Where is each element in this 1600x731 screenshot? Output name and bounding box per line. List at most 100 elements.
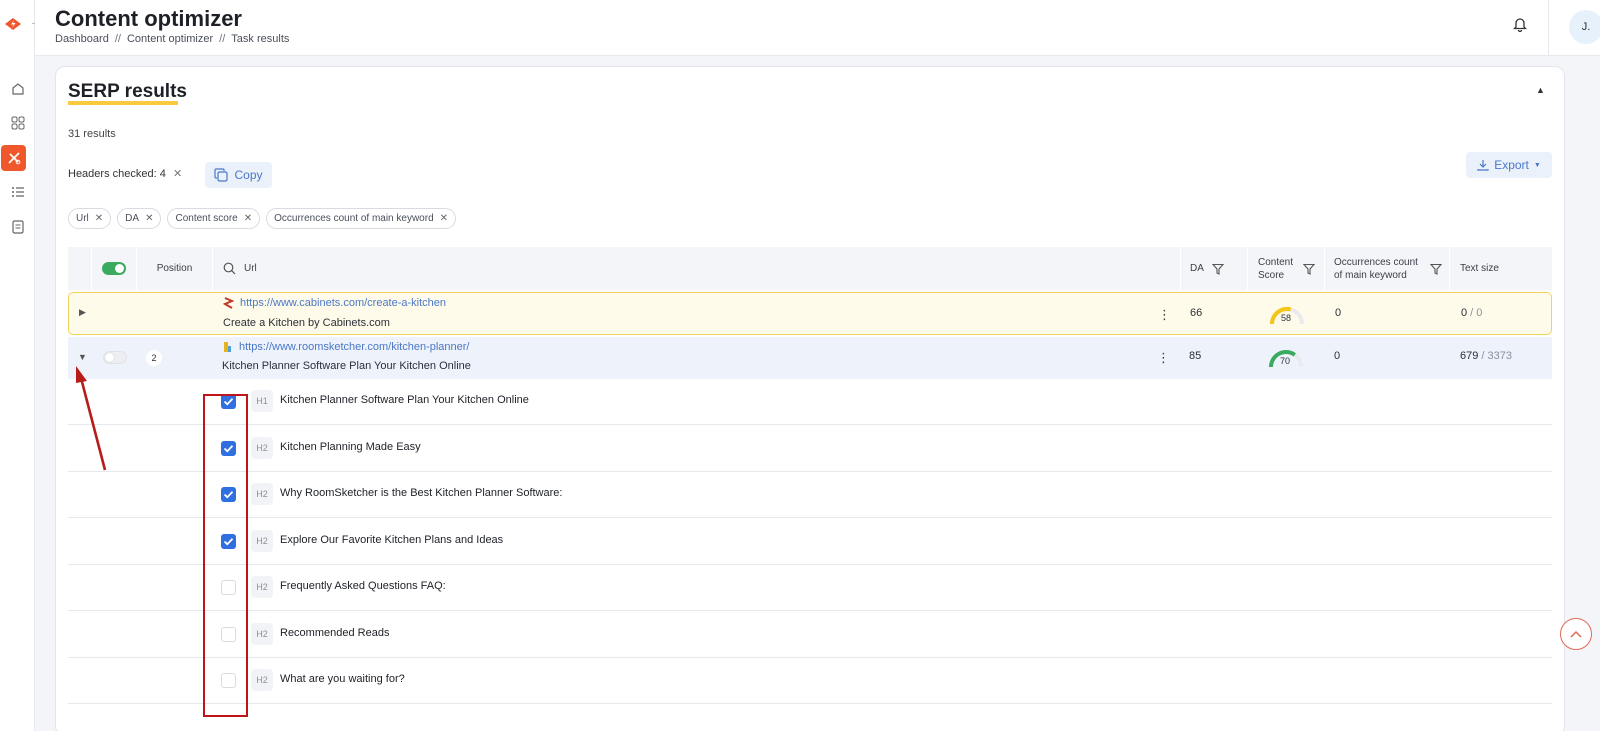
header-content-score: Content Score (1248, 247, 1325, 290)
copy-button-label: Copy (234, 168, 263, 182)
breadcrumb-content-optimizer[interactable]: Content optimizer (127, 33, 213, 45)
heading-tag: H1 (251, 390, 273, 412)
heading-text: Explore Our Favorite Kitchen Plans and I… (280, 534, 504, 546)
chip-occurrences[interactable]: Occurrences count of main keyword ✕ (266, 208, 457, 229)
serp-results-card: SERP results ▲ 31 results Headers checke… (55, 66, 1565, 731)
table-header: Position Url DA Content Score Occurrence… (68, 247, 1552, 290)
header-url: Url (213, 247, 1181, 290)
url-cell: https://www.roomsketcher.com/kitchen-pla… (222, 341, 469, 353)
header-content-score-label-1: Content (1258, 256, 1294, 268)
results-count: 31 results (68, 128, 116, 140)
occurrences-value: 0 (1334, 350, 1341, 362)
download-icon (1477, 160, 1489, 171)
document-icon[interactable] (0, 213, 35, 241)
breadcrumb-separator: // (219, 33, 226, 45)
heading-tag: H2 (251, 669, 273, 691)
breadcrumb-task-results: Task results (231, 33, 290, 45)
topbar-divider (1548, 0, 1549, 56)
chip-label: Occurrences count of main keyword (274, 213, 434, 224)
search-icon[interactable] (223, 262, 236, 275)
content-score-value: 70 (1280, 356, 1291, 366)
tools-icon[interactable] (1, 145, 26, 171)
breadcrumb-dashboard[interactable]: Dashboard (55, 33, 109, 45)
remove-chip-icon[interactable]: ✕ (440, 213, 448, 224)
row-menu-icon[interactable]: ⋮ (1158, 307, 1171, 323)
heading-tag: H2 (251, 530, 273, 552)
filter-icon[interactable] (1429, 263, 1442, 275)
avatar[interactable]: J. (1569, 10, 1600, 44)
header-da: DA (1181, 247, 1248, 290)
heading-row: H2 Recommended Reads (68, 612, 1552, 658)
row-toggle[interactable] (103, 351, 127, 364)
header-url-label: Url (244, 263, 257, 274)
heading-row: H2 Kitchen Planning Made Easy (68, 426, 1552, 472)
filter-icon[interactable] (1211, 263, 1224, 275)
row-menu-icon[interactable]: ⋮ (1157, 350, 1170, 366)
chevron-up-icon (1570, 630, 1582, 638)
position-badge: 2 (146, 350, 162, 366)
annotation-arrow-icon (76, 366, 107, 471)
chevron-down-icon: ▼ (1533, 161, 1541, 169)
table-row[interactable]: ▶ https://www.cabinets.com/create-a-kitc… (68, 292, 1552, 335)
logo-icon (5, 18, 21, 30)
export-button[interactable]: Export ▼ (1466, 152, 1552, 178)
top-bar: Content optimizer Dashboard // Content o… (35, 0, 1600, 56)
heading-row: H2 Explore Our Favorite Kitchen Plans and… (68, 519, 1552, 565)
header-occurrences-label-2: of main keyword (1334, 269, 1407, 281)
notification-bell-icon[interactable] (1513, 16, 1527, 32)
page-title: Content optimizer (55, 6, 242, 31)
heading-row: H1 Kitchen Planner Software Plan Your Kit… (68, 379, 1552, 425)
chip-label: Content score (175, 213, 238, 224)
da-value: 66 (1190, 307, 1203, 319)
copy-icon (214, 168, 229, 182)
heading-text: Recommended Reads (280, 627, 390, 639)
heading-tag: H2 (251, 483, 273, 505)
header-position[interactable]: Position (137, 247, 213, 290)
heading-text: Kitchen Planning Made Easy (280, 441, 421, 453)
select-all-toggle[interactable] (102, 262, 126, 275)
collapse-row-icon[interactable]: ▼ (78, 352, 87, 362)
chip-da[interactable]: DA ✕ (117, 208, 162, 229)
filter-icon[interactable] (1303, 263, 1316, 275)
breadcrumb-separator: // (114, 33, 121, 45)
url-cell: https://www.cabinets.com/create-a-kitche… (223, 297, 446, 309)
heading-row: H2 Frequently Asked Questions FAQ: (68, 565, 1552, 611)
header-da-label: DA (1190, 263, 1204, 274)
scroll-to-top-button[interactable] (1560, 618, 1592, 650)
heading-tag: H2 (251, 437, 273, 459)
left-rail: → (0, 0, 40, 731)
result-title: Create a Kitchen by Cabinets.com (223, 317, 390, 329)
annotation-highlight-box (203, 394, 248, 717)
heading-text: Why RoomSketcher is the Best Kitchen Pla… (280, 487, 563, 499)
site-favicon-icon (224, 342, 231, 352)
remove-chip-icon[interactable]: ✕ (244, 213, 252, 224)
text-size-primary: 679 (1460, 350, 1479, 362)
collapse-caret-icon[interactable]: ▲ (1536, 85, 1545, 95)
serp-results-title: SERP results (68, 81, 187, 102)
text-size-value: 0 / 0 (1461, 307, 1482, 319)
chip-content-score[interactable]: Content score ✕ (167, 208, 261, 229)
heading-tag: H2 (251, 623, 273, 645)
result-url-link[interactable]: https://www.roomsketcher.com/kitchen-pla… (239, 341, 469, 353)
row-toggle-cell (103, 351, 127, 364)
table-row[interactable]: ▼ 2 https://www.roomsketcher.com/kitchen… (68, 337, 1552, 379)
remove-chip-icon[interactable]: ✕ (145, 213, 153, 224)
headers-checked-label: Headers checked: 4 (68, 168, 166, 180)
text-size-total: / 0 (1470, 307, 1483, 319)
list-icon[interactable] (0, 178, 35, 206)
result-url-link[interactable]: https://www.cabinets.com/create-a-kitche… (240, 297, 446, 309)
header-text-size: Text size (1460, 263, 1499, 274)
text-size-value: 679 / 3373 (1460, 350, 1512, 362)
copy-button[interactable]: Copy (205, 162, 272, 188)
header-content-score-label-2: Score (1258, 269, 1285, 281)
site-favicon-icon (223, 297, 234, 309)
expand-row-icon[interactable]: ▶ (79, 307, 86, 318)
remove-chip-icon[interactable]: ✕ (95, 213, 103, 224)
chip-url[interactable]: Url ✕ (68, 208, 112, 229)
export-button-label: Export (1494, 158, 1529, 172)
home-icon[interactable] (0, 75, 35, 103)
clear-headers-icon[interactable]: ✕ (173, 167, 182, 180)
header-toggle-cell (92, 247, 137, 290)
header-expand-cell (68, 247, 92, 290)
apps-grid-icon[interactable] (0, 109, 35, 137)
